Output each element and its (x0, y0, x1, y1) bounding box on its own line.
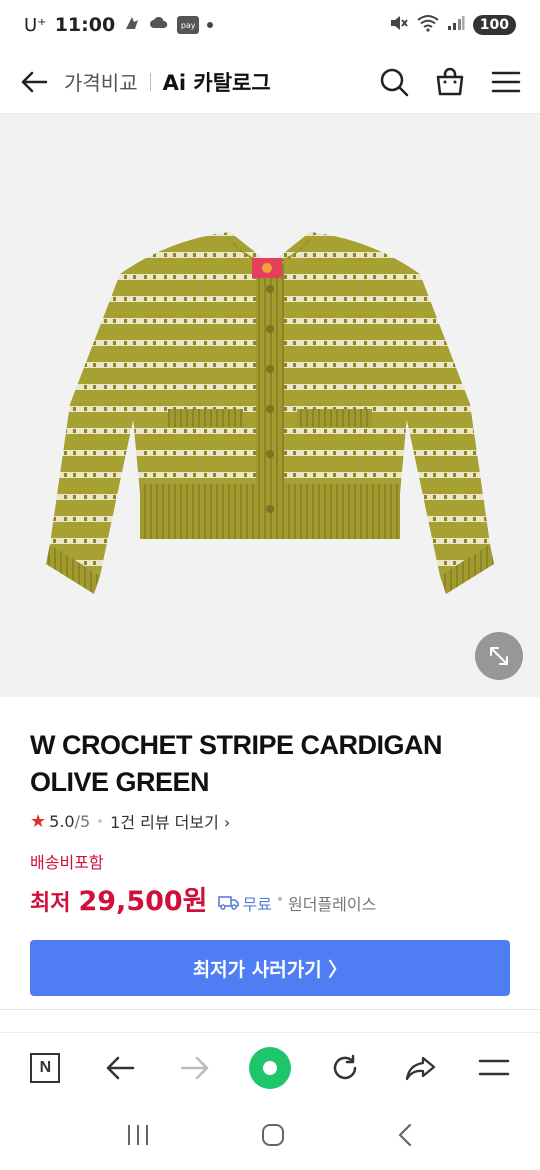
product-image[interactable] (0, 114, 540, 697)
reviews-link-label: 1건 리뷰 더보기 (110, 813, 219, 832)
system-nav-bar (0, 1103, 540, 1170)
search-icon (380, 68, 409, 96)
back-icon (107, 1056, 135, 1080)
status-bar: U⁺ 11:00 pay 100 (0, 0, 540, 50)
green-dot-button[interactable] (248, 1046, 292, 1090)
browser-toolbar: N (0, 1033, 540, 1103)
naver-n-icon: N (30, 1053, 61, 1083)
star-icon: ★ (30, 810, 47, 832)
share-button[interactable] (398, 1046, 442, 1090)
expand-icon (490, 647, 508, 665)
cloud-icon (149, 14, 169, 36)
back-icon (399, 1123, 412, 1146)
share-icon (405, 1056, 435, 1081)
green-home-icon (248, 1047, 291, 1089)
back-button[interactable] (18, 66, 50, 98)
signal-icon (447, 14, 465, 36)
naver-home-button[interactable]: N (23, 1046, 67, 1090)
buy-lowest-price-button[interactable]: 최저가 사러가기 〉 (30, 940, 510, 996)
page-title: Ai 카탈로그 (162, 70, 271, 95)
back-arrow-icon (21, 71, 48, 92)
browser-forward-button[interactable] (173, 1046, 217, 1090)
menu-icon (491, 71, 521, 92)
dot-separator (277, 896, 282, 901)
lowest-price: 29,500원 (78, 886, 208, 917)
refresh-button[interactable] (323, 1046, 367, 1090)
expand-image-button[interactable] (475, 632, 523, 680)
wifi-icon (417, 14, 439, 37)
shopping-bag-icon (436, 67, 464, 95)
shipping-fee: 무료 (242, 895, 272, 914)
chevron-right-icon: › (218, 813, 231, 832)
cart-button[interactable] (434, 66, 466, 98)
product-info: W CROCHET STRIPE CARDIGAN OLIVE GREEN ★ … (0, 697, 540, 996)
search-button[interactable] (378, 66, 410, 98)
pay-icon: pay (177, 16, 200, 34)
seller-name[interactable]: 원더플레이스 (288, 891, 376, 915)
carrier-label: U⁺ (24, 14, 47, 36)
browser-back-button[interactable] (98, 1046, 142, 1090)
refresh-icon (333, 1054, 357, 1080)
breadcrumb-price-compare[interactable]: 가격비교 (64, 67, 138, 96)
product-title: W CROCHET STRIPE CARDIGAN OLIVE GREEN (30, 730, 443, 797)
rating-row: ★ 5.0 /5 1건 리뷰 더보기 › (30, 809, 510, 833)
clock: 11:00 (54, 14, 116, 36)
menu-button[interactable] (490, 66, 522, 98)
reviews-link[interactable]: 1건 리뷰 더보기 › (110, 809, 230, 833)
shipping-included-label: 배송비포함 (30, 853, 104, 872)
lowest-price-prefix: 최저 (30, 891, 71, 916)
breadcrumb-divider (149, 72, 151, 91)
dot-icon (207, 22, 214, 28)
system-back-button[interactable] (395, 1122, 415, 1152)
menu-icon (479, 1059, 510, 1076)
notification-icon (123, 14, 141, 37)
section-divider (0, 1009, 540, 1010)
recent-apps-button[interactable] (125, 1123, 151, 1151)
recent-apps-icon (127, 1124, 148, 1145)
rating-max: /5 (74, 811, 91, 831)
cardigan-image (46, 232, 494, 594)
home-icon (261, 1123, 284, 1146)
truck-icon (217, 894, 240, 910)
browser-menu-button[interactable] (472, 1046, 516, 1090)
home-button[interactable] (260, 1122, 286, 1152)
battery-indicator: 100 (472, 15, 516, 35)
rating-value: 5.0 (49, 811, 75, 831)
forward-icon (180, 1056, 209, 1080)
dot-separator (98, 819, 103, 823)
app-header: 가격비교 Ai 카탈로그 (0, 50, 540, 114)
mute-icon (389, 14, 409, 37)
price-row: 최저 29,500원 무료 원더플레이스 (30, 879, 510, 918)
